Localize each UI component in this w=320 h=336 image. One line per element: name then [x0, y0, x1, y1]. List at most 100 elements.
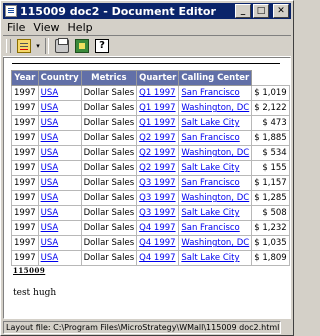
- cell-calling-center-link[interactable]: San Francisco: [181, 178, 239, 188]
- cell-country[interactable]: USA: [37, 130, 82, 146]
- cell-calling-center[interactable]: Washington, DC: [178, 100, 253, 116]
- cell-country-link[interactable]: USA: [41, 118, 59, 128]
- cell-calling-center[interactable]: Salt Lake City: [178, 160, 253, 176]
- cell-country-link[interactable]: USA: [41, 223, 59, 233]
- cell-country[interactable]: USA: [37, 175, 82, 191]
- cell-country-link[interactable]: USA: [41, 148, 59, 158]
- cell-country[interactable]: USA: [37, 100, 82, 116]
- cell-calling-center-link[interactable]: Washington, DC: [181, 193, 249, 203]
- document-app-icon[interactable]: [5, 5, 17, 17]
- cell-country[interactable]: USA: [37, 220, 82, 236]
- cell-country-link[interactable]: USA: [41, 163, 59, 173]
- cell-quarter[interactable]: Q4 1997: [136, 220, 180, 236]
- cell-quarter-link[interactable]: Q2 1997: [139, 163, 175, 173]
- cell-quarter-link[interactable]: Q3 1997: [139, 193, 175, 203]
- cell-calling-center[interactable]: San Francisco: [178, 130, 253, 146]
- cell-country[interactable]: USA: [37, 235, 82, 251]
- document-canvas[interactable]: Year Country Metrics Quarter Calling Cen…: [3, 57, 291, 319]
- cell-country-link[interactable]: USA: [41, 103, 59, 113]
- cell-calling-center-link[interactable]: Washington, DC: [181, 238, 249, 248]
- cell-country[interactable]: USA: [37, 160, 82, 176]
- cell-country[interactable]: USA: [37, 145, 82, 161]
- cell-calling-center[interactable]: Washington, DC: [178, 190, 253, 206]
- header-calling-center: Calling Center: [178, 70, 253, 86]
- cell-country-link[interactable]: USA: [41, 178, 59, 188]
- cell-country-link[interactable]: USA: [41, 88, 59, 98]
- title-bar[interactable]: 115009 doc2 - Document Editor _ □ ✕: [3, 3, 291, 19]
- cell-calling-center-link[interactable]: Washington, DC: [181, 148, 249, 158]
- cell-calling-center-link[interactable]: Salt Lake City: [181, 163, 239, 173]
- cell-calling-center-link[interactable]: San Francisco: [181, 223, 239, 233]
- menu-help[interactable]: Help: [64, 21, 97, 34]
- cell-quarter-link[interactable]: Q2 1997: [139, 133, 175, 143]
- cell-calling-center[interactable]: Washington, DC: [178, 235, 253, 251]
- cell-country[interactable]: USA: [37, 190, 82, 206]
- cell-country-link[interactable]: USA: [41, 238, 59, 248]
- cell-quarter-link[interactable]: Q1 1997: [139, 88, 175, 98]
- toolbar-grip[interactable]: [6, 39, 11, 53]
- cell-calling-center[interactable]: Salt Lake City: [178, 205, 253, 221]
- cell-quarter-link[interactable]: Q1 1997: [139, 103, 175, 113]
- print-button[interactable]: [52, 37, 72, 55]
- cell-quarter-link[interactable]: Q3 1997: [139, 208, 175, 218]
- cell-calling-center[interactable]: Salt Lake City: [178, 250, 253, 266]
- help-button[interactable]: ?: [92, 37, 112, 55]
- table-row: 1997 USA Dollar Sales Q3 1997 Salt Lake City…: [11, 205, 290, 221]
- cell-value: $ 1,157: [251, 175, 290, 191]
- cell-quarter[interactable]: Q4 1997: [136, 250, 180, 266]
- cell-calling-center[interactable]: San Francisco: [178, 85, 253, 101]
- menu-file[interactable]: File: [3, 21, 29, 34]
- cell-country[interactable]: USA: [37, 85, 82, 101]
- window-title: 115009 doc2 - Document Editor: [20, 4, 216, 18]
- cell-calling-center-link[interactable]: Salt Lake City: [181, 118, 239, 128]
- cell-quarter-link[interactable]: Q2 1997: [139, 148, 175, 158]
- cell-quarter[interactable]: Q3 1997: [136, 205, 180, 221]
- close-button[interactable]: ✕: [273, 4, 289, 18]
- menu-bar: File View Help: [3, 20, 291, 34]
- cell-quarter[interactable]: Q1 1997: [136, 115, 180, 131]
- cell-country-link[interactable]: USA: [41, 193, 59, 203]
- cell-year: 1997: [11, 205, 39, 221]
- cell-quarter-link[interactable]: Q4 1997: [139, 238, 175, 248]
- cell-country[interactable]: USA: [37, 115, 82, 131]
- cell-quarter[interactable]: Q2 1997: [136, 145, 180, 161]
- cell-calling-center[interactable]: Washington, DC: [178, 145, 253, 161]
- cell-quarter-link[interactable]: Q4 1997: [139, 223, 175, 233]
- cell-year: 1997: [11, 100, 39, 116]
- cell-country[interactable]: USA: [37, 205, 82, 221]
- properties-dropdown-button[interactable]: ▾: [34, 37, 42, 55]
- cell-quarter[interactable]: Q1 1997: [136, 100, 180, 116]
- menu-view[interactable]: View: [29, 21, 63, 34]
- cell-calling-center[interactable]: San Francisco: [178, 220, 253, 236]
- help-icon: ?: [95, 39, 109, 53]
- resize-grip[interactable]: [281, 322, 291, 333]
- cell-country-link[interactable]: USA: [41, 253, 59, 263]
- table-row: 1997 USA Dollar Sales Q1 1997 Washington, DC…: [11, 100, 290, 116]
- cell-quarter[interactable]: Q1 1997: [136, 85, 180, 101]
- table-row: 1997 USA Dollar Sales Q4 1997 San Francisco $…: [11, 220, 290, 236]
- cell-quarter-link[interactable]: Q3 1997: [139, 178, 175, 188]
- cell-calling-center[interactable]: San Francisco: [178, 175, 253, 191]
- cell-country-link[interactable]: USA: [41, 133, 59, 143]
- table-row: 1997 USA Dollar Sales Q2 1997 Salt Lake City…: [11, 160, 290, 176]
- cell-quarter[interactable]: Q2 1997: [136, 130, 180, 146]
- cell-quarter[interactable]: Q3 1997: [136, 175, 180, 191]
- cell-calling-center-link[interactable]: Salt Lake City: [181, 253, 239, 263]
- cell-quarter-link[interactable]: Q1 1997: [139, 118, 175, 128]
- cell-calling-center-link[interactable]: Washington, DC: [181, 103, 249, 113]
- maximize-button[interactable]: □: [253, 4, 269, 18]
- document-properties-button[interactable]: [14, 37, 34, 55]
- cell-quarter[interactable]: Q4 1997: [136, 235, 180, 251]
- cell-country-link[interactable]: USA: [41, 208, 59, 218]
- export-button[interactable]: [72, 37, 92, 55]
- cell-quarter[interactable]: Q2 1997: [136, 160, 180, 176]
- cell-country[interactable]: USA: [37, 250, 82, 266]
- cell-quarter-link[interactable]: Q4 1997: [139, 253, 175, 263]
- minimize-button[interactable]: _: [235, 4, 251, 18]
- cell-calling-center-link[interactable]: San Francisco: [181, 88, 239, 98]
- cell-quarter[interactable]: Q3 1997: [136, 190, 180, 206]
- cell-calling-center-link[interactable]: San Francisco: [181, 133, 239, 143]
- report-body: 1997 USA Dollar Sales Q1 1997 San Francisco $…: [11, 85, 290, 266]
- cell-calling-center-link[interactable]: Salt Lake City: [181, 208, 239, 218]
- cell-calling-center[interactable]: Salt Lake City: [178, 115, 253, 131]
